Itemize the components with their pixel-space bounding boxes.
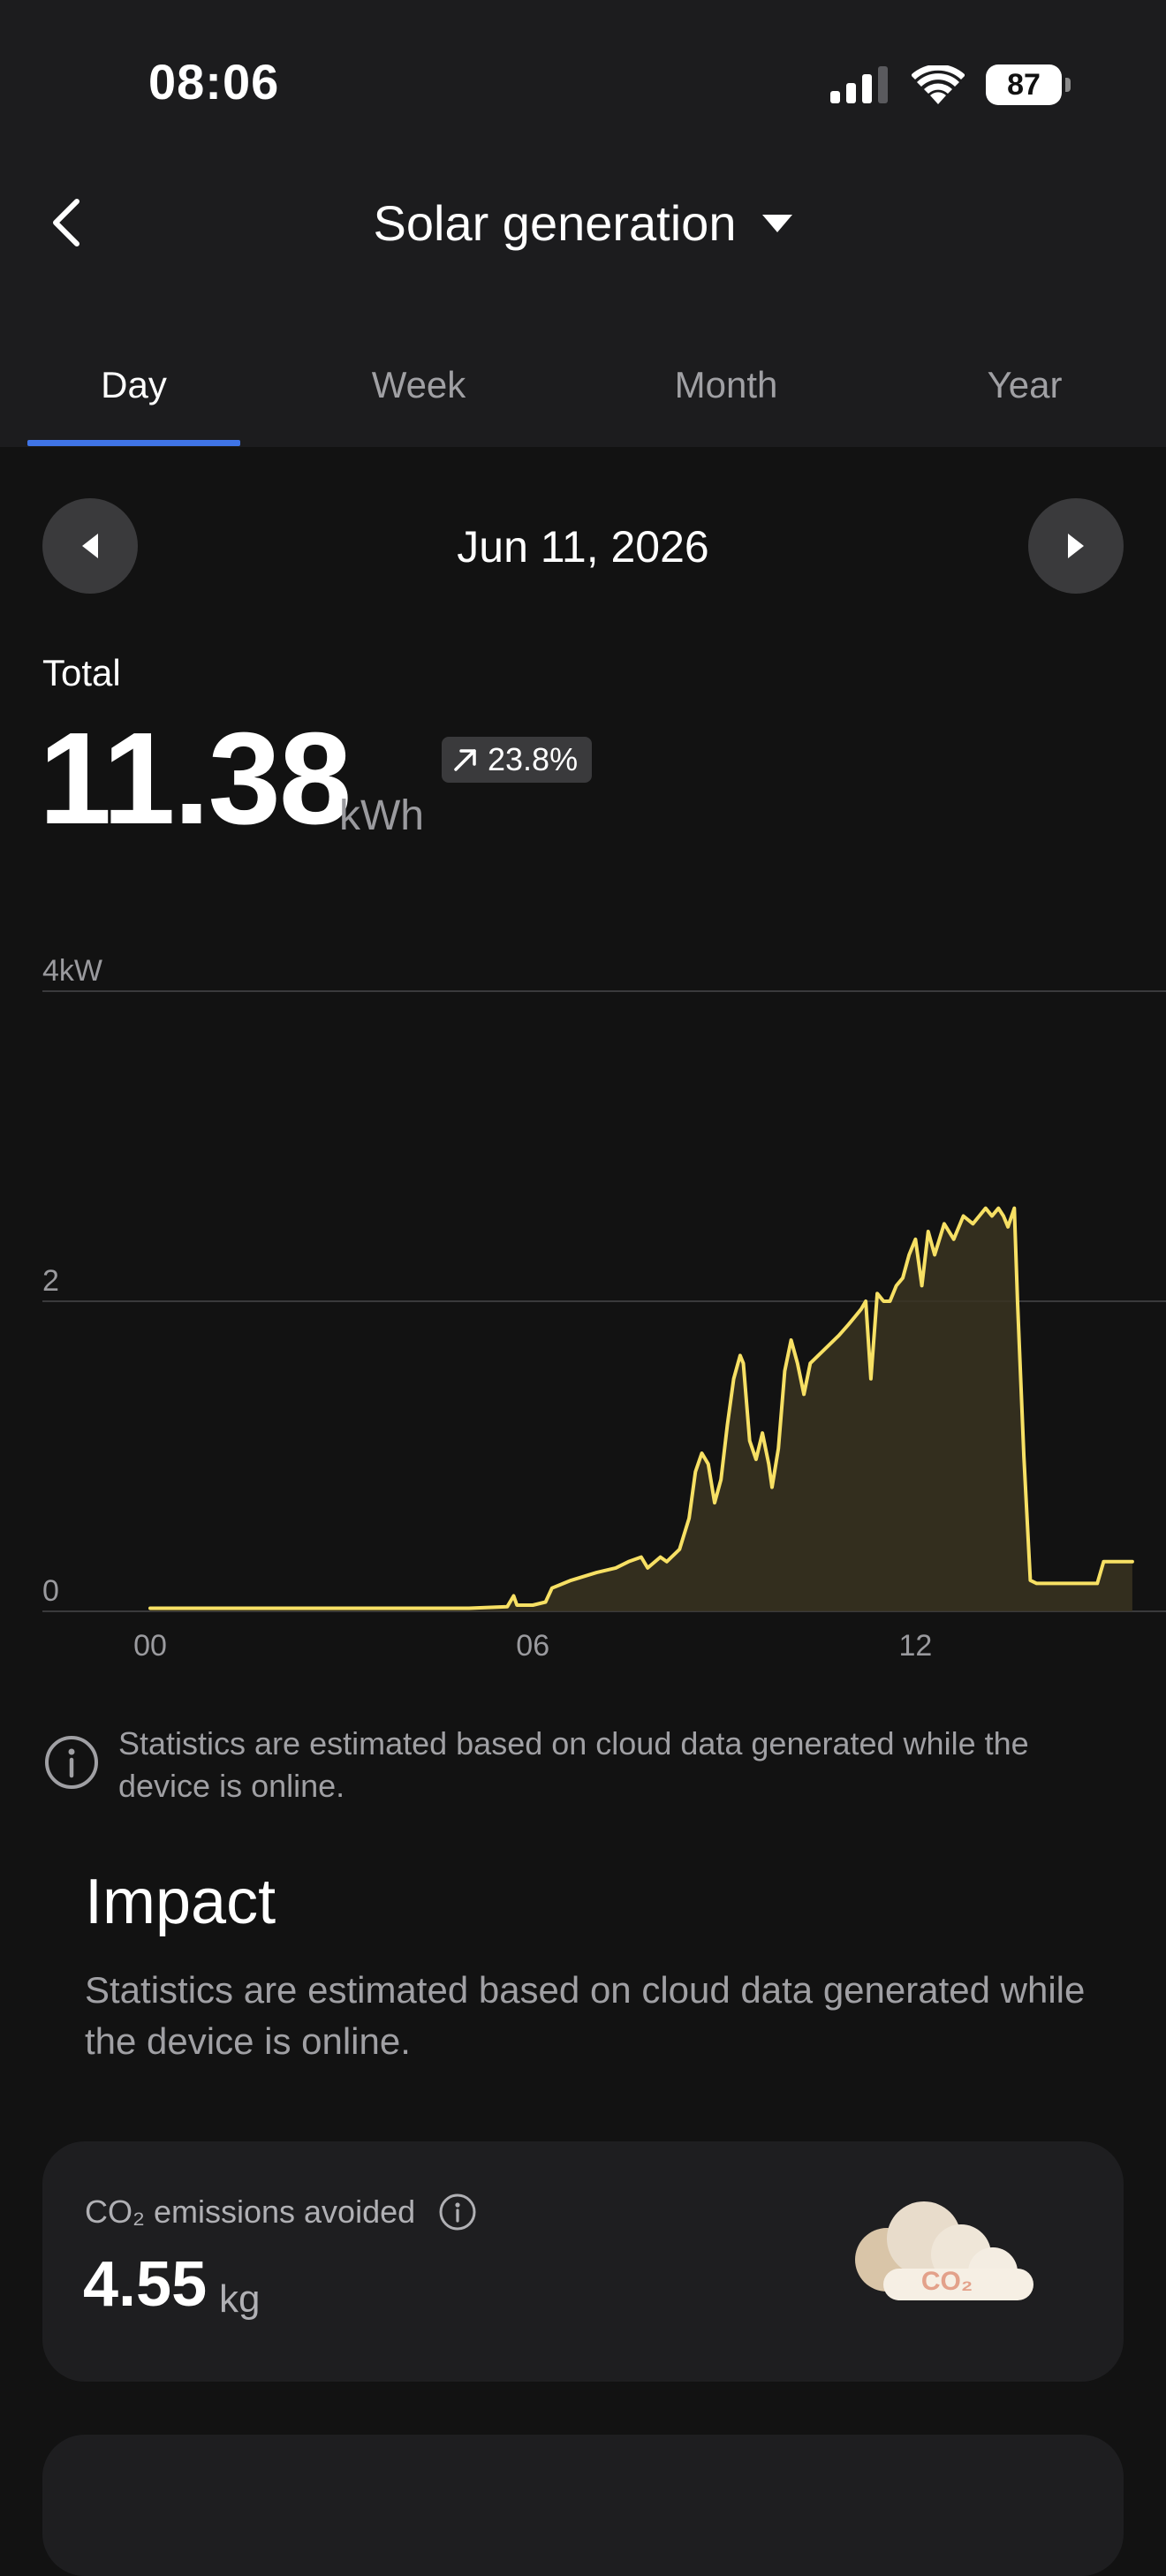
arrow-up-right-icon (454, 749, 476, 771)
y-tick-label: 2 (42, 1264, 59, 1298)
generation-chart: 4kW2000 06 12 (42, 954, 1166, 1663)
total-unit: kWh (339, 792, 424, 839)
period-tabs: Day Week Month Year (0, 353, 1166, 447)
status-icons: 87 (830, 62, 1071, 108)
wifi-icon (912, 65, 965, 104)
tab-label: Day (101, 364, 167, 405)
change-badge: 23.8% (442, 737, 593, 783)
total-value: 11.38 (39, 706, 352, 852)
co2-value: 4.55 (83, 2249, 208, 2320)
info-icon[interactable] (42, 1733, 101, 1792)
y-tick-label: 4kW (42, 954, 102, 988)
info-note-text: Statistics are estimated based on cloud … (118, 1725, 1029, 1804)
co2-card[interactable]: CO₂ emissions avoided 4.55 kg CO₂ (42, 2141, 1124, 2382)
title-dropdown[interactable]: Solar generation (0, 194, 1166, 252)
cellular-signal-icon (830, 66, 888, 103)
series-area (150, 1208, 1132, 1611)
x-tick-label: 06 (516, 1629, 549, 1663)
tab-year[interactable]: Year (936, 353, 1113, 447)
co2-unit: kg (219, 2277, 261, 2321)
impact-description: Statistics are estimated based on cloud … (85, 1969, 1086, 2062)
next-card[interactable] (42, 2435, 1124, 2576)
co2-label-row: CO₂ emissions avoided (85, 2193, 477, 2231)
info-note: Statistics are estimated based on cloud … (42, 1723, 1120, 1807)
co2-label: CO₂ emissions avoided (85, 2193, 416, 2230)
x-tick-label: 12 (898, 1629, 932, 1663)
y-tick-label: 0 (42, 1574, 59, 1608)
impact-title: Impact (85, 1867, 276, 1937)
caret-right-icon (1068, 534, 1084, 558)
battery-icon: 87 (986, 64, 1071, 105)
tab-label: Year (987, 364, 1063, 405)
caret-down-icon (762, 214, 793, 232)
x-tick-label: 00 (133, 1629, 167, 1663)
status-time: 08:06 (148, 54, 280, 110)
co2-cloud-icon: CO₂ (855, 2201, 1034, 2300)
tab-month[interactable]: Month (610, 353, 843, 447)
page-title: Solar generation (373, 195, 737, 251)
next-date-button[interactable] (1028, 498, 1124, 594)
total-label: Total (42, 652, 121, 693)
current-date: Jun 11, 2026 (457, 522, 709, 572)
tab-label: Month (674, 364, 778, 405)
battery-level: 87 (1007, 67, 1041, 102)
info-icon[interactable] (438, 2193, 477, 2231)
tab-day[interactable]: Day (27, 353, 240, 447)
battery-tip (1065, 78, 1071, 92)
tab-week[interactable]: Week (311, 353, 526, 447)
active-tab-indicator (27, 440, 240, 446)
co2-cloud-text: CO₂ (921, 2267, 973, 2296)
tab-label: Week (371, 364, 466, 405)
change-value: 23.8% (488, 741, 579, 777)
